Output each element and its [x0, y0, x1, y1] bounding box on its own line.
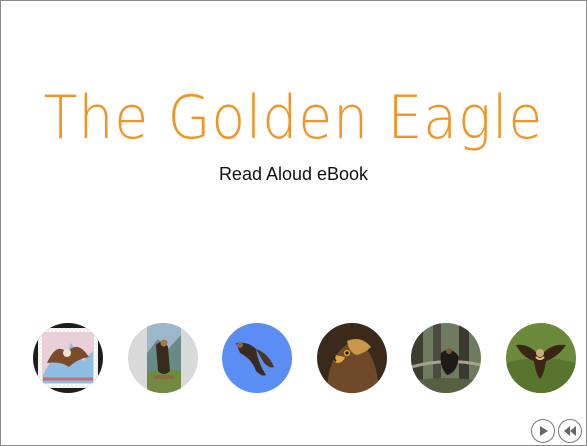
soaring-eagle-thumbnail[interactable]	[222, 323, 292, 393]
flying-eagle-green-image	[506, 323, 576, 393]
perched-eagle-image	[128, 323, 198, 393]
stamp-eagle-image	[33, 323, 103, 393]
book-title: The Golden Eagle	[43, 83, 544, 153]
rewind-button[interactable]	[558, 419, 582, 443]
eagle-portrait-thumbnail[interactable]	[317, 323, 387, 393]
eagle-portrait-image	[317, 323, 387, 393]
rewind-icon	[564, 426, 576, 436]
play-button[interactable]	[531, 419, 555, 443]
forest-eagle-thumbnail[interactable]	[411, 323, 481, 393]
stamp-eagle-thumbnail[interactable]	[33, 323, 103, 393]
play-icon	[540, 426, 548, 436]
book-subtitle: Read Aloud eBook	[218, 164, 369, 184]
forest-eagle-image	[411, 323, 481, 393]
soaring-eagle-image	[222, 323, 292, 393]
thumbnail-strip	[0, 323, 587, 393]
perched-eagle-thumbnail[interactable]	[128, 323, 198, 393]
flying-eagle-green-thumbnail[interactable]	[506, 323, 576, 393]
